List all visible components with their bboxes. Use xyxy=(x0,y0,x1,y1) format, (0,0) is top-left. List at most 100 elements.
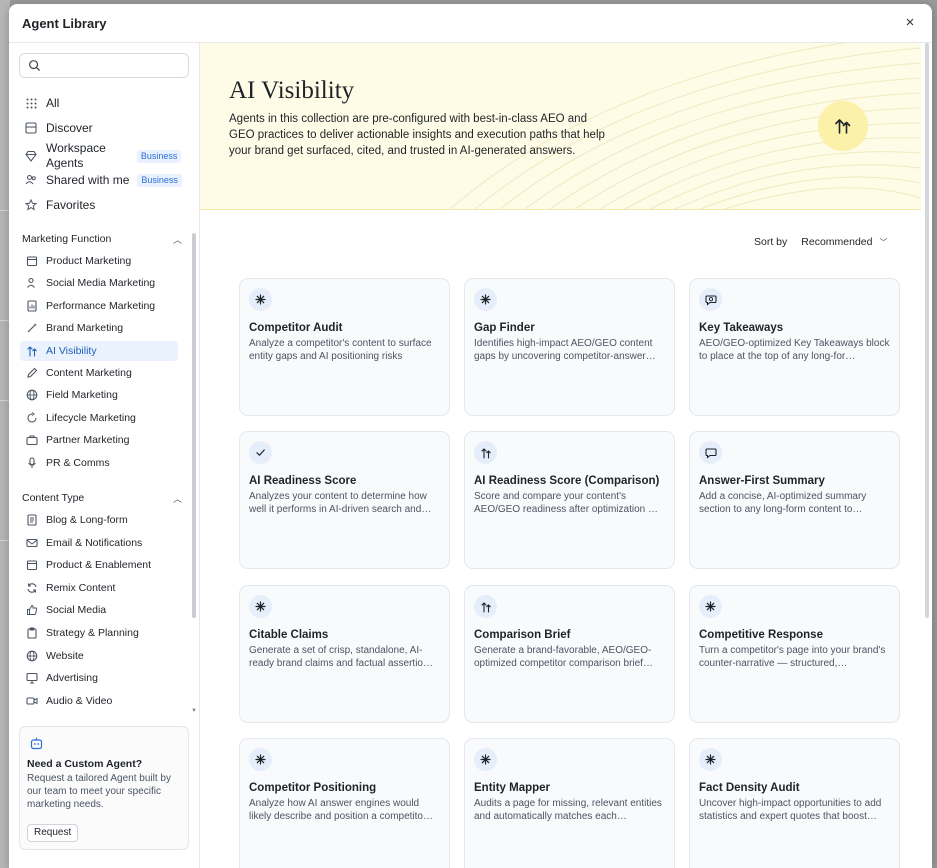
custom-agent-card: Need a Custom Agent? Request a tailored … xyxy=(19,726,189,850)
agent-card[interactable]: Comparison Brief Generate a brand-favorab… xyxy=(464,585,675,723)
business-badge: Business xyxy=(136,149,182,163)
sparkle-icon xyxy=(249,288,272,311)
sidebar-item-product-marketing[interactable]: Product Marketing xyxy=(20,251,178,271)
sidebar-item-website[interactable]: Website xyxy=(20,646,178,666)
sidebar-item-field-marketing[interactable]: Field Marketing xyxy=(20,385,178,405)
gem-icon xyxy=(23,148,39,164)
sparkle-icon xyxy=(699,595,722,618)
agent-card[interactable]: Competitor Audit Analyze a competitor's c… xyxy=(239,278,450,416)
cycle-icon xyxy=(25,411,38,424)
star-icon xyxy=(23,197,39,213)
sidebar-item-remix-content[interactable]: Remix Content xyxy=(20,578,178,598)
agent-card[interactable]: AI Readiness Score (Comparison) Score and… xyxy=(464,431,675,569)
sidebar-item-email-notifications[interactable]: Email & Notifications xyxy=(20,533,178,553)
agent-card-description: Turn a competitor's page into your brand… xyxy=(699,645,886,669)
section-title: Content Type xyxy=(22,492,85,504)
sort-control: Sort by Recommended ﹀ xyxy=(754,236,887,248)
nav-favorites[interactable]: Favorites xyxy=(19,193,191,217)
modal-title: Agent Library xyxy=(22,16,107,31)
sidebar-item-advertising[interactable]: Advertising xyxy=(20,668,178,688)
agent-card-description: AEO/GEO-optimized Key Takeaways block to… xyxy=(699,338,890,362)
sidebar-item-ai-visibility[interactable]: AI Visibility xyxy=(20,340,178,361)
custom-agent-title: Need a Custom Agent? xyxy=(27,758,143,770)
sparkle-icon xyxy=(474,288,497,311)
pen-icon xyxy=(25,367,38,380)
arrows-up-icon xyxy=(25,344,38,357)
search-box[interactable] xyxy=(19,53,189,78)
sidebar-item-brand-marketing[interactable]: Brand Marketing xyxy=(20,318,178,338)
agent-card[interactable]: Competitive Response Turn a competitor's … xyxy=(689,585,900,723)
sidebar-item-lifecycle-marketing[interactable]: Lifecycle Marketing xyxy=(20,408,178,428)
thumb-icon xyxy=(25,604,38,617)
sidebar-item-label: PR & Comms xyxy=(46,456,110,469)
sort-label: Sort by xyxy=(754,236,788,248)
agent-card[interactable]: Entity Mapper Audits a page for missing, … xyxy=(464,738,675,868)
search-icon xyxy=(29,60,41,72)
sidebar-item-label: Blog & Long-form xyxy=(46,514,128,526)
nav-shared-with-me[interactable]: Shared with me Business xyxy=(19,168,191,192)
sidebar-item-product-enablement[interactable]: Product & Enablement xyxy=(20,555,178,575)
agent-card[interactable]: Answer-First Summary Add a concise, AI-op… xyxy=(689,431,900,569)
section-marketing-function[interactable]: Marketing Function ︿ xyxy=(22,231,182,247)
custom-agent-description: Request a tailored Agent built by our te… xyxy=(27,773,171,810)
section-content-type[interactable]: Content Type ︿ xyxy=(22,490,182,506)
agent-card-description: Identifies high-impact AEO/GEO content g… xyxy=(474,338,656,362)
agent-card[interactable]: Citable Claims Generate a set of crisp, s… xyxy=(239,585,450,723)
agent-card-title: Gap Finder xyxy=(474,322,535,334)
agent-card-title: Competitor Positioning xyxy=(249,782,377,794)
sort-dropdown[interactable]: Recommended ﹀ xyxy=(801,236,887,248)
sidebar-scrollbar[interactable] xyxy=(192,233,196,618)
section-title: Marketing Function xyxy=(22,233,112,245)
mic-icon xyxy=(25,456,38,469)
agent-card-title: Answer-First Summary xyxy=(699,475,825,487)
sparkle-icon xyxy=(249,595,272,618)
doc-icon xyxy=(25,514,38,527)
agent-card-title: Competitive Response xyxy=(699,629,823,641)
agent-card-description: Uncover high-impact opportunities to add… xyxy=(699,798,882,822)
sidebar-item-social-media-marketing[interactable]: Social Media Marketing xyxy=(20,273,178,293)
monitor-icon xyxy=(25,672,38,685)
sidebar-item-label: Product Marketing xyxy=(46,255,132,267)
search-input[interactable] xyxy=(46,57,185,76)
agent-library-modal: Agent Library × All Discover Workspace A… xyxy=(9,4,932,868)
request-button[interactable]: Request xyxy=(27,824,79,842)
sparkle-icon xyxy=(474,748,497,771)
agent-card-description: Score and compare your content's AEO/GEO… xyxy=(474,491,658,515)
chevron-down-icon: ﹀ xyxy=(879,237,888,247)
sidebar-item-label: Partner Marketing xyxy=(46,434,130,447)
agent-card[interactable]: Competitor Positioning Analyze how AI ans… xyxy=(239,738,450,868)
chart-doc-icon xyxy=(25,299,38,312)
agent-card-description: Audits a page for missing, relevant enti… xyxy=(474,798,662,822)
nav-workspace-line1: Workspace xyxy=(46,141,106,155)
sort-value: Recommended xyxy=(801,236,873,248)
nav-discover[interactable]: Discover xyxy=(19,116,191,140)
sidebar-item-strategy-planning[interactable]: Strategy & Planning xyxy=(20,623,178,643)
agent-card-description: Generate a brand-favorable, AEO/GEO-opti… xyxy=(474,645,653,669)
sidebar-item-partner-marketing[interactable]: Partner Marketing xyxy=(20,430,178,450)
refresh-icon xyxy=(25,581,38,594)
nav-all[interactable]: All xyxy=(19,91,191,115)
sidebar-item-performance-marketing[interactable]: Performance Marketing xyxy=(20,296,178,316)
users-icon xyxy=(25,277,38,290)
agent-card[interactable]: Fact Density Audit Uncover high-impact op… xyxy=(689,738,900,868)
bot-icon xyxy=(30,737,43,750)
agent-card[interactable]: AI Readiness Score Analyzes your content … xyxy=(239,431,450,569)
grid-dots-icon xyxy=(23,95,39,111)
sidebar-item-content-marketing[interactable]: Content Marketing xyxy=(20,363,178,383)
briefcase-icon xyxy=(25,434,38,447)
sidebar-item-audio-video[interactable]: Audio & Video xyxy=(20,691,178,711)
sidebar-item-blog-long-form[interactable]: Blog & Long-form xyxy=(20,510,178,530)
library-icon xyxy=(23,120,39,136)
business-badge: Business xyxy=(137,173,182,187)
sidebar-item-pr-comms[interactable]: PR & Comms xyxy=(20,453,178,473)
agent-card[interactable]: Gap Finder Identifies high-impact AEO/GEO… xyxy=(464,278,675,416)
sidebar-item-label: AI Visibility xyxy=(46,344,97,357)
scroll-down-arrow-icon[interactable]: ▼ xyxy=(191,708,197,714)
sidebar-item-social-media[interactable]: Social Media xyxy=(20,600,178,620)
close-icon[interactable]: × xyxy=(900,13,920,33)
sidebar-item-label: Product & Enablement xyxy=(46,559,152,572)
main-scrollbar[interactable] xyxy=(925,43,929,618)
agent-card[interactable]: Key Takeaways AEO/GEO-optimized Key Takea… xyxy=(689,278,900,416)
sidebar-item-label: Content Marketing xyxy=(46,367,132,379)
nav-favorites-label: Favorites xyxy=(46,198,96,212)
